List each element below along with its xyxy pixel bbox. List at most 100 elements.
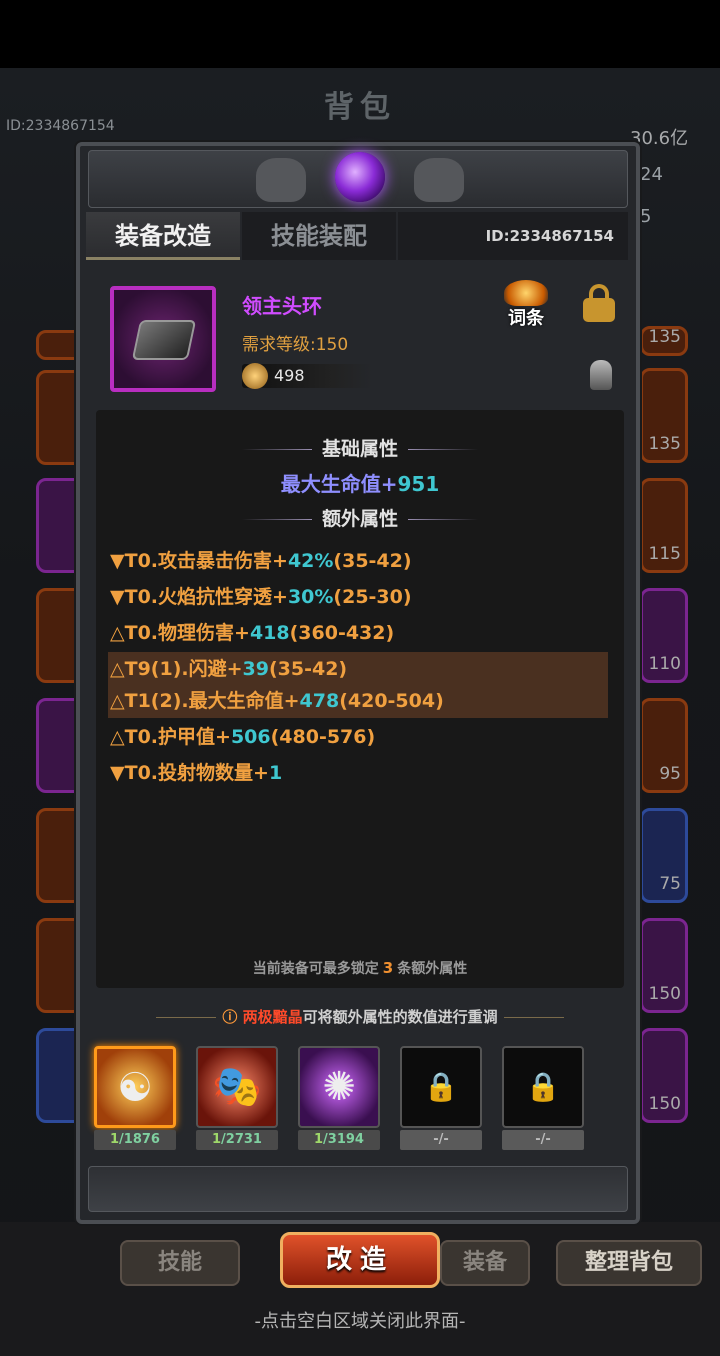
material-slot[interactable]: 🎭	[196, 1046, 278, 1128]
material-owned: 1	[110, 1132, 120, 1147]
affix-range: (35-42)	[333, 550, 412, 572]
material-count: 1/3194	[298, 1130, 380, 1150]
affix-row[interactable]: △T1(2).最大生命值+478(420-504)	[108, 684, 608, 718]
base-stats-header: 基础属性	[96, 434, 624, 461]
affix-value: 30%	[287, 586, 334, 608]
lock-note-count: 3	[382, 959, 394, 977]
affix-row[interactable]: △T9(1).闪避+39(35-42)	[108, 652, 608, 686]
affix-row[interactable]: ▼T0.投射物数量+1	[108, 756, 608, 790]
slot-level: 110	[648, 654, 681, 674]
affix-value: 478	[299, 690, 340, 712]
affix-range: (420-504)	[339, 690, 444, 712]
affix-range: (35-42)	[268, 658, 348, 680]
purple-orb-icon	[335, 152, 385, 202]
panel-player-id: ID:2334867154	[398, 212, 628, 260]
yin-yang-crystal-icon: ☯	[117, 1065, 153, 1111]
affix-name: ▼T0.投射物数量+	[110, 762, 269, 784]
affix-row[interactable]: ▼T0.火焰抗性穿透+30%(25-30)	[108, 580, 608, 614]
modify-button[interactable]: 改造	[280, 1232, 440, 1288]
affix-value: 39	[242, 658, 269, 680]
skills-button[interactable]: 技能	[120, 1240, 240, 1286]
chaos-orb-icon: ✺	[322, 1064, 356, 1110]
slot-level: 75	[659, 874, 681, 894]
material-count: 1/2731	[196, 1130, 278, 1150]
reroll-note: ⓘ 两极黯晶可将额外属性的数值进行重调	[96, 1006, 624, 1027]
resource-count: 5	[640, 206, 652, 227]
affix-row[interactable]: ▼T0.攻击暴击伤害+42%(35-42)	[108, 544, 608, 578]
extra-stats-header: 额外属性	[96, 504, 624, 531]
affix-row[interactable]: △T0.护甲值+506(480-576)	[108, 720, 608, 754]
affix-value: 1	[268, 762, 283, 784]
player-id: ID:2334867154	[6, 118, 115, 134]
inventory-slot[interactable]: 110	[640, 588, 688, 683]
inventory-slot[interactable]: 135	[640, 326, 688, 356]
affix-value: 418	[249, 622, 290, 644]
helmet-icon[interactable]	[590, 360, 612, 390]
lock-note-text: 当前装备可最多锁定	[252, 961, 379, 977]
slot-level: 150	[648, 1094, 681, 1114]
base-stat: 最大生命值+951	[96, 468, 624, 497]
info-icon: ⓘ	[222, 1008, 238, 1026]
affix-button[interactable]: 词条	[496, 280, 556, 329]
material-owned: -/-	[433, 1132, 449, 1147]
locked-material-slot[interactable]: 🔒	[502, 1046, 584, 1128]
affix-row[interactable]: △T0.物理伤害+418(360-432)	[108, 616, 608, 650]
locked-material-slot[interactable]: 🔒	[400, 1046, 482, 1128]
affix-name: ▼T0.火焰抗性穿透+	[110, 586, 288, 608]
lock-note: 当前装备可最多锁定 3 条额外属性	[96, 958, 624, 978]
resource-count: 24	[640, 164, 663, 185]
tab-skill-assign[interactable]: 技能装配	[242, 212, 396, 260]
sort-bag-button[interactable]: 整理背包	[556, 1240, 702, 1286]
affix-name: △T0.护甲值+	[110, 726, 231, 748]
material-owned: 1	[212, 1132, 222, 1147]
inventory-slot[interactable]: 135	[640, 368, 688, 463]
skull-ornament-icon	[414, 158, 464, 202]
inventory-slot[interactable]: 115	[640, 478, 688, 573]
affix-name: △T1(2).最大生命值+	[110, 690, 300, 712]
slot-level: 150	[648, 984, 681, 1004]
material-required: /1876	[119, 1132, 160, 1147]
material-count: 1/1876	[94, 1130, 176, 1150]
twin-masks-icon: 🎭	[212, 1064, 262, 1110]
equipment-button[interactable]: 装备	[440, 1240, 530, 1286]
item-level-requirement: 需求等级:150	[242, 335, 349, 355]
material-slot[interactable]: ☯	[94, 1046, 176, 1128]
affix-name: ▼T0.攻击暴击伤害+	[110, 550, 288, 572]
affix-range: (25-30)	[333, 586, 412, 608]
bottom-ornament	[88, 1166, 628, 1212]
slot-level: 115	[648, 544, 681, 564]
material-slot[interactable]: ✺	[298, 1046, 380, 1128]
base-stats-title: 基础属性	[321, 438, 398, 460]
circlet-icon	[131, 320, 197, 360]
extra-stats-title: 额外属性	[321, 508, 398, 530]
base-stat-name: 最大生命值+	[280, 472, 398, 496]
slot-level: 135	[648, 327, 681, 347]
material-owned: -/-	[535, 1132, 551, 1147]
base-stat-value: 951	[397, 472, 440, 496]
item-power: 498	[274, 366, 305, 385]
lock-icon[interactable]	[583, 284, 615, 322]
material-required: /2731	[221, 1132, 262, 1147]
slot-level: 135	[648, 434, 681, 454]
material-count: -/-	[502, 1130, 584, 1150]
tab-equipment-modify[interactable]: 装备改造	[86, 212, 240, 260]
reroll-item-name: 两极黯晶	[242, 1008, 303, 1026]
affix-range: (480-576)	[270, 726, 376, 748]
lock-note-text: 条额外属性	[397, 961, 468, 977]
skull-ornament-icon	[256, 158, 306, 202]
material-owned: 1	[314, 1132, 324, 1147]
affix-button-label: 词条	[508, 308, 544, 329]
inventory-slot[interactable]: 95	[640, 698, 688, 793]
reroll-desc: 可将额外属性的数值进行重调	[302, 1008, 498, 1026]
flame-icon	[504, 280, 548, 306]
inventory-slot[interactable]: 150	[640, 918, 688, 1013]
affix-value: 506	[230, 726, 271, 748]
item-icon[interactable]	[110, 286, 216, 392]
affix-name: △T0.物理伤害+	[110, 622, 250, 644]
affix-range: (360-432)	[289, 622, 395, 644]
inventory-slot[interactable]: 150	[640, 1028, 688, 1123]
inventory-slot[interactable]: 75	[640, 808, 688, 903]
slot-level: 95	[659, 764, 681, 784]
material-required: /3194	[323, 1132, 364, 1147]
close-hint[interactable]: -点击空白区域关闭此界面-	[0, 1307, 720, 1333]
